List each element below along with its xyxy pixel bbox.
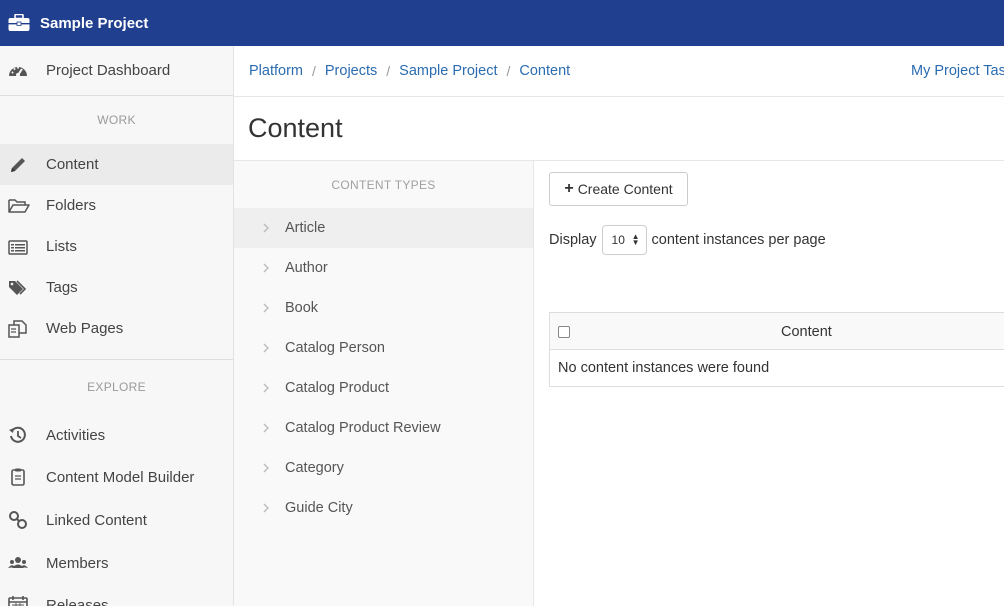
sidebar-item-label: Releases <box>46 596 109 606</box>
content-type-label: Catalog Person <box>285 340 385 356</box>
column-header-content[interactable]: Content <box>781 324 832 340</box>
breadcrumb-separator: / <box>386 63 391 79</box>
content-type-item[interactable]: Guide City <box>234 488 533 528</box>
content-type-label: Article <box>285 220 326 236</box>
content-table: Content No content instances were found <box>549 312 1004 387</box>
sidebar-item-label: Linked Content <box>46 511 147 529</box>
briefcase-icon <box>8 13 30 32</box>
sidebar-item-content[interactable]: Content <box>0 144 233 185</box>
section-heading-explore: EXPLORE <box>87 380 146 394</box>
pencil-icon <box>8 155 28 175</box>
calendar-icon <box>8 595 28 606</box>
select-all-checkbox[interactable] <box>558 326 570 338</box>
my-project-tasks-link[interactable]: My Project Tasks <box>911 63 1004 79</box>
sidebar-item-label: Project Dashboard <box>46 62 171 79</box>
table-empty-row: No content instances were found <box>550 350 1004 386</box>
content-type-item[interactable]: Catalog Person <box>234 328 533 368</box>
members-icon <box>8 553 28 573</box>
content-pane: + Create Content Display 10 ▲ ▼ content i… <box>534 161 1004 606</box>
tags-icon <box>8 278 28 298</box>
content-type-item[interactable]: Book <box>234 288 533 328</box>
page-size-row: Display 10 ▲ ▼ content instances per page <box>549 225 826 255</box>
list-icon <box>8 237 28 257</box>
display-label: Display <box>549 232 597 248</box>
breadcrumb: Platform / Projects / Sample Project / C… <box>234 46 1004 97</box>
sidebar-item-label: Web Pages <box>46 320 124 337</box>
chevron-right-icon <box>260 342 272 354</box>
sidebar-item-tags[interactable]: Tags <box>0 267 233 308</box>
top-bar: Sample Project <box>0 0 1004 46</box>
project-name[interactable]: Sample Project <box>40 15 148 32</box>
section-heading-work: WORK <box>97 113 136 127</box>
sidebar: Project Dashboard WORK Content Folders L… <box>0 46 234 606</box>
clipboard-icon <box>8 467 28 487</box>
breadcrumb-content[interactable]: Content <box>519 63 570 79</box>
table-header-row: Content <box>550 313 1004 350</box>
chevron-right-icon <box>260 462 272 474</box>
chevron-right-icon <box>260 382 272 394</box>
page-size-select[interactable]: 10 ▲ ▼ <box>601 225 647 255</box>
breadcrumb-projects[interactable]: Projects <box>325 63 377 79</box>
page-size-value: 10 <box>611 233 625 247</box>
sidebar-item-lists[interactable]: Lists <box>0 226 233 267</box>
content-type-label: Catalog Product Review <box>285 420 441 436</box>
chevron-right-icon <box>260 222 272 234</box>
create-content-label: Create Content <box>577 181 673 197</box>
main-area: Platform / Projects / Sample Project / C… <box>234 46 1004 606</box>
chevron-right-icon <box>260 502 272 514</box>
content-type-item[interactable]: Category <box>234 448 533 488</box>
sidebar-item-activities[interactable]: Activities <box>0 414 233 456</box>
content-type-label: Category <box>285 460 344 476</box>
breadcrumb-separator: / <box>312 63 316 79</box>
content-type-label: Catalog Product <box>285 380 389 396</box>
dashboard-icon <box>8 61 28 81</box>
sidebar-item-label: Content Model Builder <box>46 468 195 486</box>
content-type-item[interactable]: Catalog Product Review <box>234 408 533 448</box>
chevron-right-icon <box>260 422 272 434</box>
link-icon <box>8 510 28 530</box>
empty-message: No content instances were found <box>558 360 770 376</box>
content-type-item[interactable]: Catalog Product <box>234 368 533 408</box>
sidebar-item-label: Folders <box>46 197 97 214</box>
content-types-list: Article Author Book Catalog Person Catalog P… <box>234 208 533 528</box>
sidebar-item-label: Activities <box>46 426 106 444</box>
folder-open-icon <box>8 196 30 216</box>
content-type-label: Book <box>285 300 319 316</box>
content-type-label: Guide City <box>285 500 353 516</box>
sidebar-item-label: Lists <box>46 238 77 255</box>
sidebar-item-content-model-builder[interactable]: Content Model Builder <box>0 456 233 498</box>
breadcrumb-platform[interactable]: Platform <box>249 63 303 79</box>
sidebar-item-linked-content[interactable]: Linked Content <box>0 498 233 542</box>
per-page-label: content instances per page <box>651 232 826 248</box>
chevron-right-icon <box>260 262 272 274</box>
sidebar-item-label: Content <box>46 156 99 173</box>
sidebar-item-releases[interactable]: Releases <box>0 584 233 606</box>
breadcrumb-sample-project[interactable]: Sample Project <box>399 63 497 79</box>
content-type-label: Author <box>285 260 328 276</box>
sidebar-item-folders[interactable]: Folders <box>0 185 233 226</box>
content-types-heading: CONTENT TYPES <box>331 177 436 192</box>
sidebar-item-label: Tags <box>46 279 78 296</box>
web-pages-icon <box>8 319 28 339</box>
plus-icon: + <box>564 180 574 197</box>
page-header: Content <box>234 97 1004 161</box>
content-type-item[interactable]: Author <box>234 248 533 288</box>
chevron-right-icon <box>260 302 272 314</box>
create-content-button[interactable]: + Create Content <box>549 172 688 206</box>
history-icon <box>8 425 28 445</box>
sidebar-item-project-dashboard[interactable]: Project Dashboard <box>0 46 233 95</box>
sidebar-item-web-pages[interactable]: Web Pages <box>0 308 233 349</box>
page-title: Content <box>248 113 343 143</box>
breadcrumb-separator: / <box>506 63 511 79</box>
sidebar-item-label: Members <box>46 554 109 572</box>
content-types-panel: CONTENT TYPES Article Author Book Catalog P… <box>234 161 534 606</box>
sidebar-item-members[interactable]: Members <box>0 542 233 584</box>
content-type-item[interactable]: Article <box>234 208 533 248</box>
select-arrows-icon: ▲ ▼ <box>631 232 640 247</box>
